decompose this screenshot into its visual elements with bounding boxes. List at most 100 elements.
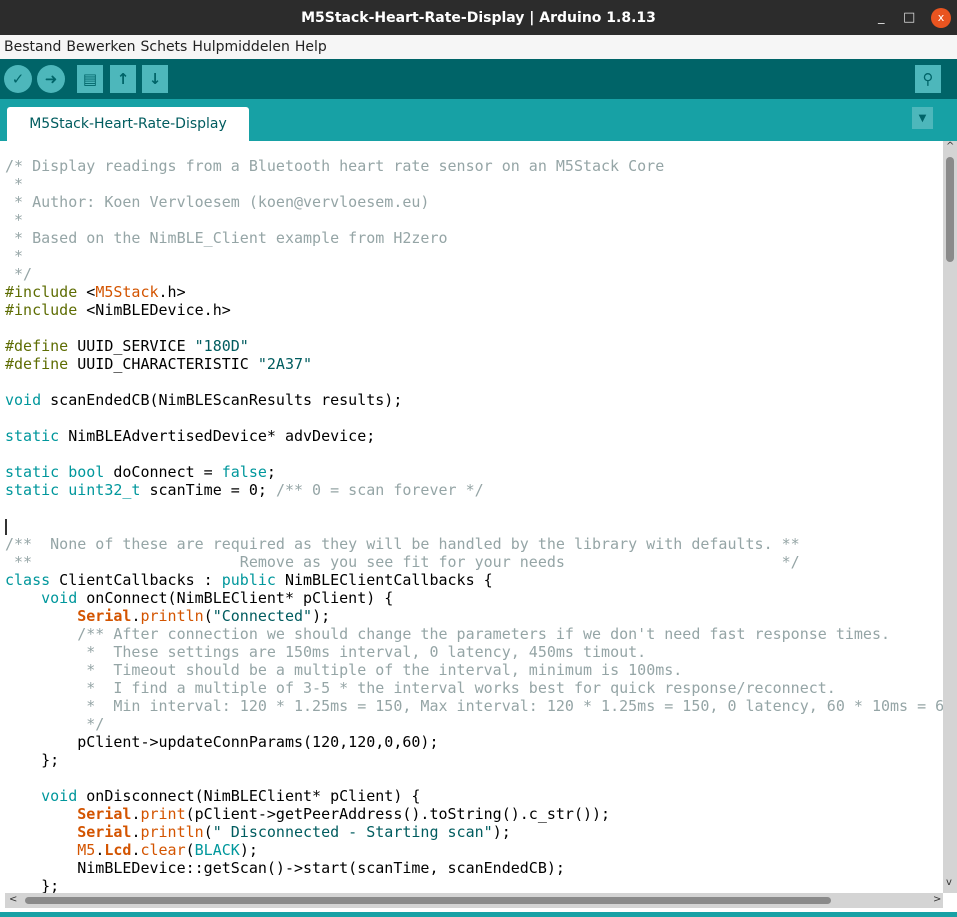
code-line[interactable]: [5, 409, 943, 427]
open-button[interactable]: ↑: [110, 65, 136, 93]
code-line[interactable]: #define UUID_CHARACTERISTIC "2A37": [5, 355, 943, 373]
code-line[interactable]: [5, 499, 943, 517]
code-line[interactable]: */: [5, 265, 943, 283]
code-line[interactable]: };: [5, 751, 943, 769]
code-comment: * These settings are 150ms interval, 0 l…: [77, 643, 647, 661]
maximize-button[interactable]: □: [903, 0, 915, 35]
code-line[interactable]: class ClientCallbacks : public NimBLECli…: [5, 571, 943, 589]
code-line[interactable]: * Author: Koen Vervloesem (koen@vervloes…: [5, 193, 943, 211]
code-line[interactable]: [5, 445, 943, 463]
code-keyword: void: [41, 787, 78, 805]
code-line[interactable]: Serial.println("Connected");: [5, 607, 943, 625]
code-line[interactable]: };: [5, 877, 943, 893]
code-line[interactable]: [5, 769, 943, 787]
menu-schets[interactable]: Schets: [140, 39, 187, 55]
text-cursor: [5, 518, 7, 535]
code-comment: * Timeout should be a multiple of the in…: [77, 661, 683, 679]
code-keyword: static: [5, 463, 60, 481]
code-keyword: static: [5, 481, 60, 499]
code-line[interactable]: * Min interval: 120 * 1.25ms = 150, Max …: [5, 697, 943, 715]
code-library-bold: Serial: [77, 805, 132, 823]
code-line[interactable]: * These settings are 150ms interval, 0 l…: [5, 643, 943, 661]
upload-button[interactable]: ➜: [37, 65, 65, 93]
scroll-up-icon[interactable]: ^: [946, 141, 954, 152]
code-line[interactable]: ** Remove as you see fit for your needs …: [5, 553, 943, 571]
code-line[interactable]: #define UUID_SERVICE "180D": [5, 337, 943, 355]
code-line[interactable]: * I find a multiple of 3-5 * the interva…: [5, 679, 943, 697]
menu-bewerken[interactable]: Bewerken: [66, 39, 135, 55]
serial-monitor-button[interactable]: ⚲: [915, 65, 941, 93]
code-line[interactable]: Serial.print(pClient->getPeerAddress().t…: [5, 805, 943, 823]
code-token: (: [185, 841, 195, 859]
scroll-down-icon[interactable]: v: [946, 877, 952, 888]
code-comment: * Min interval: 120 * 1.25ms = 150, Max …: [77, 697, 943, 715]
code-line[interactable]: #include <M5Stack.h>: [5, 283, 943, 301]
menu-help[interactable]: Help: [295, 39, 327, 55]
code-line[interactable]: Serial.println(" Disconnected - Starting…: [5, 823, 943, 841]
code-comment: * I find a multiple of 3-5 * the interva…: [77, 679, 836, 697]
triangle-down-icon: ▼: [918, 112, 927, 124]
code-line[interactable]: * Timeout should be a multiple of the in…: [5, 661, 943, 679]
code-token: ClientCallbacks :: [50, 571, 222, 589]
code-preprocessor: #include: [5, 301, 87, 319]
code-line[interactable]: #include <NimBLEDevice.h>: [5, 301, 943, 319]
save-button[interactable]: ↓: [142, 65, 168, 93]
code-line[interactable]: [5, 517, 943, 535]
scroll-right-icon[interactable]: >: [933, 894, 941, 905]
code-keyword: class: [5, 571, 51, 589]
code-line[interactable]: /** After connection we should change th…: [5, 625, 943, 643]
code-line[interactable]: [5, 319, 943, 337]
scroll-left-icon[interactable]: <: [9, 894, 17, 905]
code-token: );: [492, 823, 511, 841]
code-line[interactable]: /** None of these are required as they w…: [5, 535, 943, 553]
code-line[interactable]: pClient->updateConnParams(120,120,0,60);: [5, 733, 943, 751]
code-line[interactable]: * Based on the NimBLE_Client example fro…: [5, 229, 943, 247]
code-line[interactable]: void onConnect(NimBLEClient* pClient) {: [5, 589, 943, 607]
horizontal-scrollbar[interactable]: < >: [5, 893, 943, 908]
code-editor[interactable]: /* Display readings from a Bluetooth hea…: [0, 141, 943, 893]
new-button[interactable]: ▤: [77, 65, 103, 93]
check-icon: ✓: [11, 70, 25, 88]
code-token: (: [203, 823, 213, 841]
code-line[interactable]: static bool doConnect = false;: [5, 463, 943, 481]
code-preprocessor: #define: [5, 337, 78, 355]
code-line[interactable]: void onDisconnect(NimBLEClient* pClient)…: [5, 787, 943, 805]
code-line[interactable]: static NimBLEAdvertisedDevice* advDevice…: [5, 427, 943, 445]
code-token: );: [239, 841, 258, 859]
code-comment: */: [77, 715, 105, 733]
verify-button[interactable]: ✓: [4, 65, 32, 93]
menu-hulpmiddelen[interactable]: Hulpmiddelen: [192, 39, 289, 55]
code-token: (pClient->getPeerAddress().toString().c_…: [185, 805, 611, 823]
horizontal-scroll-thumb[interactable]: [25, 897, 831, 904]
code-library-bold: Serial: [77, 607, 132, 625]
code-line[interactable]: [5, 373, 943, 391]
tab-menu-button[interactable]: ▼: [912, 107, 933, 129]
code-line[interactable]: M5.Lcd.clear(BLACK);: [5, 841, 943, 859]
menu-bestand[interactable]: Bestand: [4, 39, 61, 55]
code-line[interactable]: *: [5, 211, 943, 229]
code-line[interactable]: NimBLEDevice::getScan()->start(scanTime,…: [5, 859, 943, 877]
vertical-scroll-thumb[interactable]: [946, 157, 954, 262]
code-line[interactable]: static uint32_t scanTime = 0; /** 0 = sc…: [5, 481, 943, 499]
code-line[interactable]: */: [5, 715, 943, 733]
vertical-scrollbar[interactable]: ^ v: [943, 141, 957, 893]
title-bar: M5Stack-Heart-Rate-Display | Arduino 1.8…: [0, 0, 957, 35]
close-button[interactable]: x: [931, 7, 951, 28]
code-text[interactable]: /* Display readings from a Bluetooth hea…: [5, 157, 943, 893]
code-comment: *: [5, 175, 24, 193]
status-bar: [0, 912, 957, 917]
code-line[interactable]: /* Display readings from a Bluetooth hea…: [5, 157, 943, 175]
minimize-button[interactable]: _: [878, 0, 885, 35]
code-string: "2A37": [257, 355, 313, 373]
code-line[interactable]: *: [5, 175, 943, 193]
code-line[interactable]: void scanEndedCB(NimBLEScanResults resul…: [5, 391, 943, 409]
code-token: doConnect =: [104, 463, 222, 481]
tab-sketch[interactable]: M5Stack-Heart-Rate-Display: [7, 107, 249, 141]
code-line[interactable]: *: [5, 247, 943, 265]
code-comment: */: [5, 265, 33, 283]
